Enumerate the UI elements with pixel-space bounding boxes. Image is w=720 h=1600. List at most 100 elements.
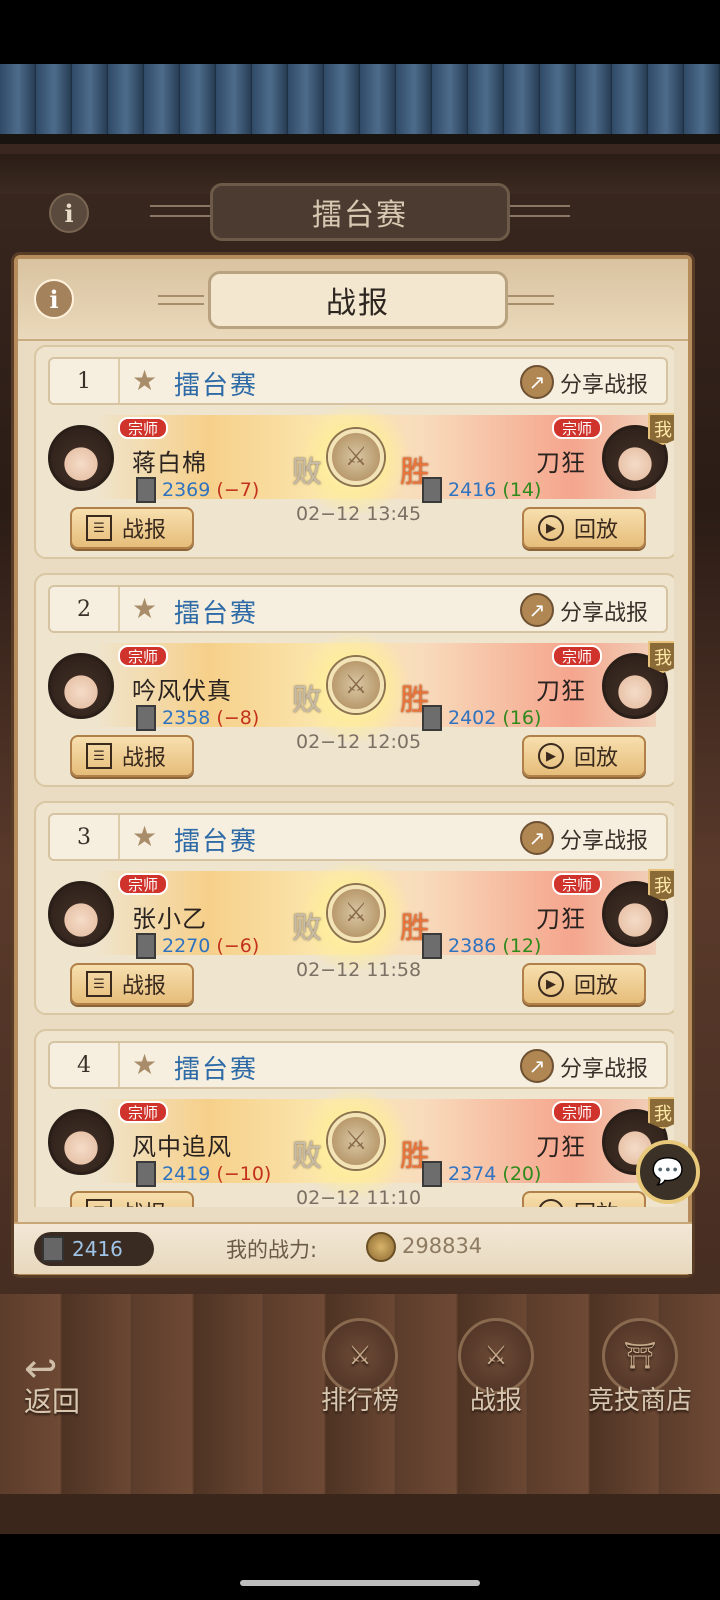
player-name: 刀狂 — [536, 1133, 586, 1161]
opponent-name: 蒋白棉 — [132, 449, 207, 477]
battle-time: 02−12 13:45 — [296, 503, 422, 525]
opponent-name: 张小乙 — [132, 905, 207, 933]
view-report-button[interactable]: ☰ 战报 — [70, 735, 194, 777]
rating-value: 2358 — [162, 707, 211, 729]
player-name: 刀狂 — [536, 905, 586, 933]
report-index: 3 — [50, 815, 120, 859]
battle-time: 02−12 11:10 — [296, 1187, 422, 1207]
replay-button[interactable]: ▶ 回放 — [522, 1191, 646, 1207]
rating-icon — [136, 1161, 156, 1187]
navigation-bar — [0, 1534, 720, 1600]
card-header: 4 ★ 擂台赛 ↗ 分享战报 — [48, 1041, 668, 1089]
view-report-button[interactable]: ☰ 战报 — [70, 963, 194, 1005]
share-icon[interactable]: ↗ — [520, 821, 554, 855]
report-list[interactable]: 1 ★ 擂台赛 ↗ 分享战报 宗师 蒋白棉 2369 (−7) 败 ⚔ 胜 宗师… — [34, 345, 674, 1207]
report-card: 1 ★ 擂台赛 ↗ 分享战报 宗师 蒋白棉 2369 (−7) 败 ⚔ 胜 宗师… — [34, 345, 674, 559]
my-rating-value: 2416 — [72, 1237, 123, 1261]
info-icon[interactable]: i — [49, 193, 89, 233]
player-rating: 2386 (12) — [448, 935, 541, 957]
button-label: 回放 — [574, 1196, 618, 1207]
nav-arena-shop[interactable]: ⛩ 竞技商店 — [578, 1318, 702, 1417]
nav-label: 战报 — [469, 1386, 522, 1416]
me-badge: 我 — [648, 1097, 674, 1129]
opponent-rating: 2270 (−6) — [162, 935, 259, 957]
me-badge: 我 — [648, 869, 674, 901]
power-icon — [366, 1232, 396, 1262]
play-icon: ▶ — [538, 971, 564, 997]
rating-icon — [136, 705, 156, 731]
plaque-ornament-left — [158, 295, 204, 305]
list-icon: ☰ — [86, 515, 112, 541]
back-button[interactable]: 返回 — [24, 1380, 80, 1420]
opponent-avatar[interactable] — [48, 425, 114, 491]
rating-delta: (−7) — [216, 479, 260, 501]
view-report-button[interactable]: ☰ 战报 — [70, 1191, 194, 1207]
button-label: 战报 — [122, 1196, 166, 1207]
replay-button[interactable]: ▶ 回放 — [522, 507, 646, 549]
player-rating: 2416 (14) — [448, 479, 541, 501]
me-badge: 我 — [648, 641, 674, 673]
opponent-rating: 2369 (−7) — [162, 479, 259, 501]
match-mode: 擂台赛 — [174, 1055, 259, 1085]
rating-delta: (−10) — [216, 1163, 272, 1185]
button-label: 回放 — [574, 974, 619, 999]
play-icon: ▶ — [538, 743, 564, 769]
rating-delta: (16) — [502, 707, 542, 729]
status-bar — [0, 0, 720, 64]
result-lose: 败 — [292, 455, 322, 490]
share-report-button[interactable]: 分享战报 — [560, 823, 648, 855]
opponent-avatar[interactable] — [48, 1109, 114, 1175]
nav-reports[interactable]: ⚔ 战报 — [446, 1318, 546, 1417]
plaque-ornament-left — [150, 205, 210, 217]
panel-header: i 战报 — [18, 259, 688, 341]
card-header: 2 ★ 擂台赛 ↗ 分享战报 — [48, 585, 668, 633]
rating-icon — [422, 933, 442, 959]
card-header: 3 ★ 擂台赛 ↗ 分享战报 — [48, 813, 668, 861]
rating-delta: (14) — [502, 479, 542, 501]
share-report-button[interactable]: 分享战报 — [560, 1051, 648, 1083]
replay-button[interactable]: ▶ 回放 — [522, 735, 646, 777]
player-name: 刀狂 — [536, 677, 586, 705]
result-lose: 败 — [292, 911, 322, 946]
rating-icon — [422, 1161, 442, 1187]
rating-value: 2270 — [162, 935, 211, 957]
crossed-swords-icon: ⚔ — [328, 1113, 384, 1169]
list-icon: ☰ — [86, 971, 112, 997]
share-report-button[interactable]: 分享战报 — [560, 595, 648, 627]
replay-button[interactable]: ▶ 回放 — [522, 963, 646, 1005]
info-icon[interactable]: i — [34, 279, 74, 319]
play-icon: ▶ — [538, 1199, 564, 1207]
view-report-button[interactable]: ☰ 战报 — [70, 507, 194, 549]
opponent-avatar[interactable] — [48, 653, 114, 719]
share-icon[interactable]: ↗ — [520, 593, 554, 627]
title-tag: 宗师 — [118, 873, 169, 895]
title-tag: 宗师 — [118, 417, 169, 439]
match-mode: 擂台赛 — [174, 371, 259, 401]
share-icon[interactable]: ↗ — [520, 365, 554, 399]
title-tag: 宗师 — [552, 417, 603, 439]
title-tag: 宗师 — [552, 873, 603, 895]
nav-leaderboard[interactable]: ⚔ 排行榜 — [310, 1318, 410, 1417]
list-icon: ☰ — [86, 1199, 112, 1207]
button-label: 回放 — [574, 746, 619, 771]
opponent-avatar[interactable] — [48, 881, 114, 947]
battle-time: 02−12 11:58 — [296, 959, 422, 981]
share-icon[interactable]: ↗ — [520, 1049, 554, 1083]
rating-delta: (20) — [502, 1163, 542, 1185]
rating-icon — [422, 705, 442, 731]
crossed-swords-icon: ⚔ — [328, 657, 384, 713]
opponent-name: 风中追风 — [132, 1133, 232, 1161]
share-report-button[interactable]: 分享战报 — [560, 367, 648, 399]
rating-icon — [136, 477, 156, 503]
button-label: 战报 — [122, 746, 167, 771]
opponent-rating: 2358 (−8) — [162, 707, 259, 729]
home-indicator[interactable] — [240, 1580, 480, 1586]
rating-delta: (−8) — [216, 707, 260, 729]
star-icon: ★ — [132, 820, 158, 853]
result-lose: 败 — [292, 683, 322, 718]
crossed-swords-icon: ⚔ — [328, 429, 384, 485]
rating-value: 2416 — [448, 479, 497, 501]
list-icon: ☰ — [86, 743, 112, 769]
chat-icon[interactable]: 💬 — [636, 1140, 700, 1204]
rating-value: 2402 — [448, 707, 497, 729]
